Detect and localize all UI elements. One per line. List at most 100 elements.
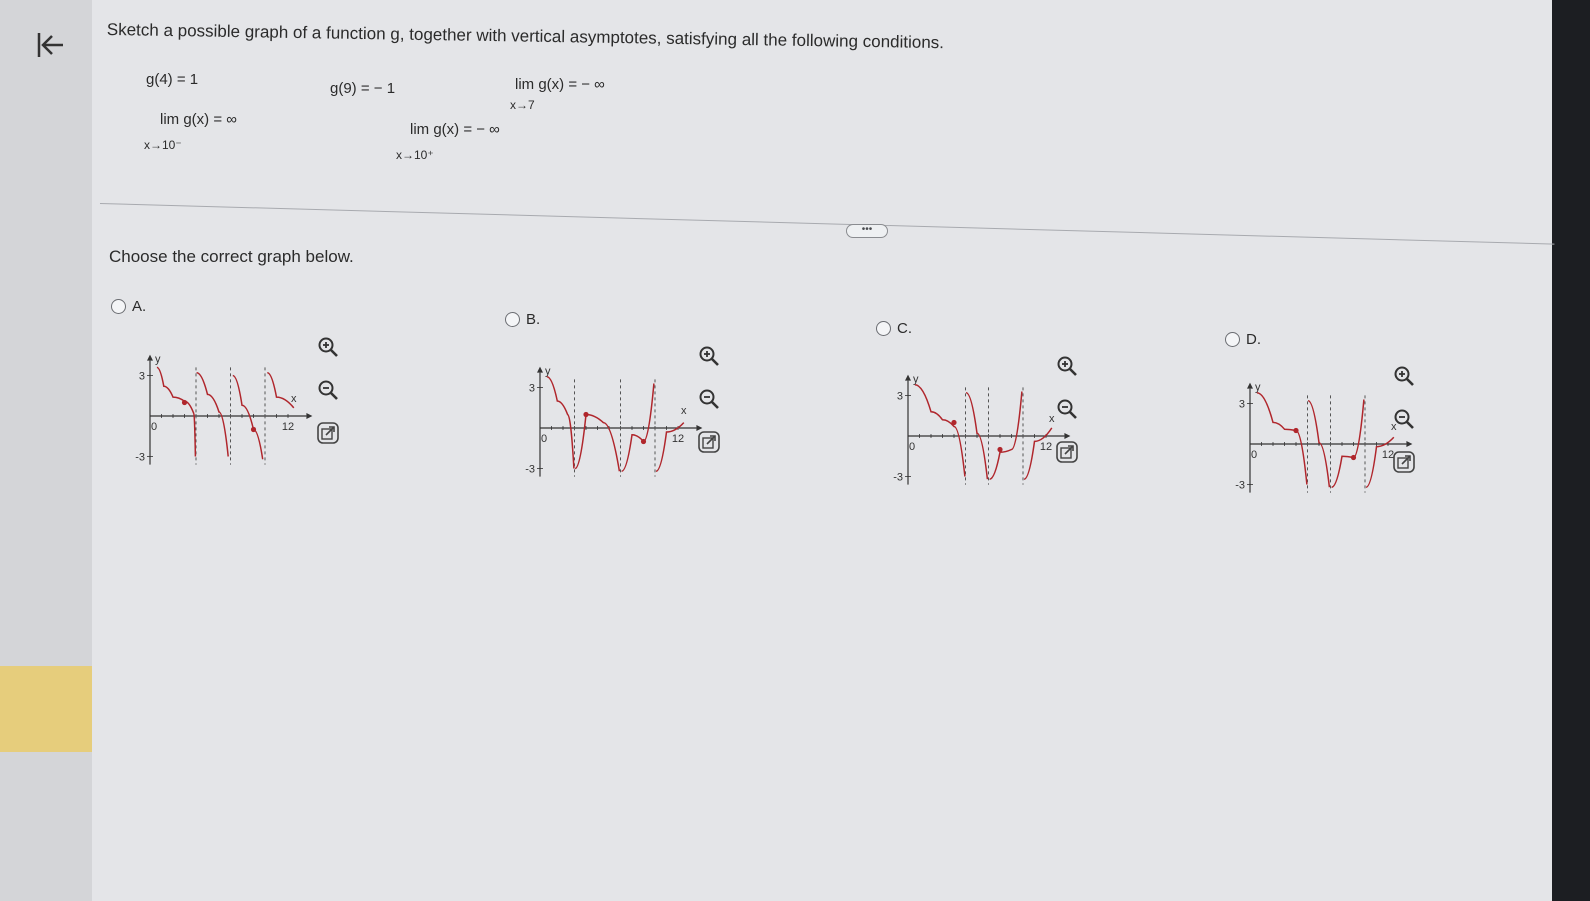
curve-branch [914,383,966,477]
graph-a-tools [314,333,342,447]
zoom-in-icon [699,346,719,366]
graph-c-tools [1053,352,1081,466]
condition-g4: g(4) = 1 [146,71,199,88]
back-to-start-button[interactable] [30,25,70,65]
external-link-icon [317,422,339,444]
zoom-out-button-c[interactable] [1053,395,1081,423]
option-c[interactable]: C. [876,320,912,337]
zoom-in-icon [1057,356,1077,376]
x-tick-label-12: 12 [672,433,684,445]
y-axis-label: y [545,366,551,378]
y-axis-arrow [147,354,153,361]
x-tick-label-12: 12 [282,421,294,433]
expand-more-button[interactable]: ••• [846,224,888,238]
curve-branch [546,375,575,469]
condition-limit-10-right: lim g(x) = − ∞ [410,121,500,138]
graph-d-tools [1390,362,1418,476]
condition-g9: g(9) = − 1 [330,80,396,97]
option-a-label: A. [132,298,147,315]
curve-branch [574,413,621,472]
origin-label: 0 [541,433,547,445]
condition-limit-10-right-sub: x→10⁺ [396,148,434,162]
option-b-label: B. [526,311,541,328]
graph-b-tools [695,342,723,456]
popout-button-b[interactable] [695,428,723,456]
option-a[interactable]: A. [111,298,146,315]
option-d-radio[interactable] [1225,332,1240,347]
x-axis-label: x [681,405,687,417]
y-axis-arrow [905,374,911,381]
option-a-radio[interactable] [111,299,126,314]
origin-label: 0 [909,441,915,453]
marked-point [1293,427,1299,434]
y-axis-label: y [155,354,161,366]
option-b[interactable]: B. [505,311,540,328]
zoom-out-button-a[interactable] [314,376,342,404]
x-axis-label: x [291,393,297,405]
y-axis-label: y [1255,382,1261,394]
marked-point [250,426,257,433]
origin-label: 0 [1251,449,1257,461]
zoom-out-icon [699,389,719,409]
marked-point [1350,454,1357,461]
y-tick-label-bottom: -3 [1235,480,1245,492]
zoom-in-button-a[interactable] [314,333,342,361]
zoom-in-icon [1394,366,1414,386]
curve-branch [1256,391,1308,485]
option-d[interactable]: D. [1225,331,1261,348]
x-tick-label-12: 12 [1040,441,1052,453]
external-link-icon [1056,441,1078,463]
marked-point [997,446,1003,453]
origin-label: 0 [151,421,157,433]
y-tick-label-bottom: -3 [525,464,535,476]
zoom-out-button-b[interactable] [695,385,723,413]
graph-b: 3 -3 y x 12 0 [525,366,703,477]
curve-branch [196,372,229,457]
marked-point [640,438,647,445]
option-d-label: D. [1246,331,1261,348]
popout-button-a[interactable] [314,419,342,447]
option-c-radio[interactable] [876,321,891,336]
y-axis-label: y [913,374,919,386]
marked-point [181,399,188,406]
zoom-out-icon [318,380,338,400]
zoom-out-icon [1394,409,1414,429]
condition-limit-7: lim g(x) = − ∞ [515,76,605,93]
curve-branch [232,374,264,460]
y-tick-label-bottom: -3 [893,472,903,484]
popout-button-d[interactable] [1390,448,1418,476]
zoom-out-button-d[interactable] [1390,405,1418,433]
curve-branch [267,372,295,409]
screen-edge [1552,0,1590,901]
y-tick-label-top: 3 [897,391,903,403]
external-link-icon [1393,451,1415,473]
marked-point [951,419,957,426]
condition-limit-10-left: lim g(x) = ∞ [160,111,237,128]
condition-limit-7-sub: x→7 [510,98,535,112]
zoom-in-button-b[interactable] [695,342,723,370]
zoom-in-button-c[interactable] [1053,352,1081,380]
external-link-icon [698,431,720,453]
graph-d: 3-3yx120 [1235,382,1413,493]
curve-branch [621,383,655,472]
curve-branch [1331,399,1365,488]
y-tick-label-top: 3 [529,383,535,395]
y-tick-label-top: 3 [1239,399,1245,411]
condition-limit-10-left-sub: x→10⁻ [144,138,182,152]
popout-button-c[interactable] [1053,438,1081,466]
option-b-radio[interactable] [505,312,520,327]
zoom-out-icon [1057,399,1077,419]
choose-instruction: Choose the correct graph below. [109,247,354,266]
option-c-label: C. [897,320,912,337]
y-tick-label-top: 3 [139,371,145,383]
back-to-start-icon [37,33,63,57]
curve-branch [156,366,197,457]
zoom-in-icon [318,337,338,357]
side-indicator [0,666,92,752]
zoom-in-button-d[interactable] [1390,362,1418,390]
curve-branch [989,391,1023,480]
curve-branch [655,422,685,472]
graph-c: 3-3yx120 [893,374,1071,485]
y-axis-arrow [1247,382,1253,389]
left-rail [0,0,92,901]
